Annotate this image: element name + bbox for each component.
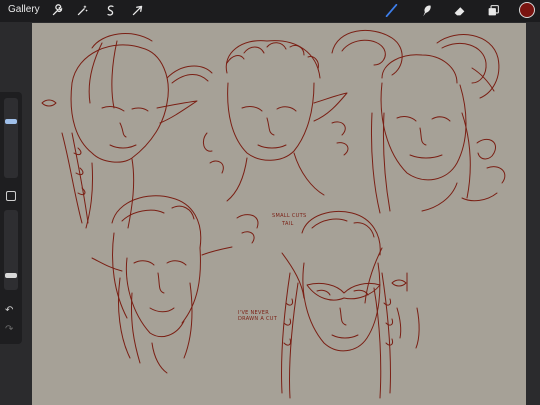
face-long-hair-elf xyxy=(91,195,233,374)
wrench-icon[interactable] xyxy=(50,3,65,18)
eraser-icon[interactable] xyxy=(452,3,467,18)
modify-button[interactable] xyxy=(4,189,18,203)
face-curly-hair xyxy=(202,40,349,202)
face-braided-mask xyxy=(280,210,393,399)
transform-arrow-icon[interactable] xyxy=(130,3,145,18)
opacity-slider[interactable] xyxy=(4,210,18,290)
opacity-handle[interactable] xyxy=(5,273,17,278)
annotation-tail: Tail xyxy=(282,221,294,227)
brush-size-slider[interactable] xyxy=(4,98,18,178)
top-toolbar: Gallery xyxy=(0,0,540,22)
redo-icon[interactable]: ↷ xyxy=(5,325,13,335)
left-sidebar: ↶ ↷ xyxy=(0,92,22,344)
undo-icon[interactable]: ↶ xyxy=(5,306,13,316)
smudge-icon[interactable] xyxy=(419,3,434,18)
brush-size-handle[interactable] xyxy=(5,119,17,124)
drawing-canvas[interactable]: Small cuts Tail I've never drawn a cut xyxy=(32,23,526,405)
annotation-small-cuts: Small cuts xyxy=(272,213,307,219)
selection-icon[interactable] xyxy=(103,3,118,18)
annotation-never-drawn: I've never drawn a cut xyxy=(238,310,278,322)
layers-icon[interactable] xyxy=(486,3,501,18)
face-ram-horns xyxy=(331,29,506,214)
gallery-button[interactable]: Gallery xyxy=(8,4,40,15)
magic-wand-icon[interactable] xyxy=(75,3,90,18)
color-picker-swatch[interactable] xyxy=(519,2,535,18)
brush-icon[interactable] xyxy=(384,3,399,18)
